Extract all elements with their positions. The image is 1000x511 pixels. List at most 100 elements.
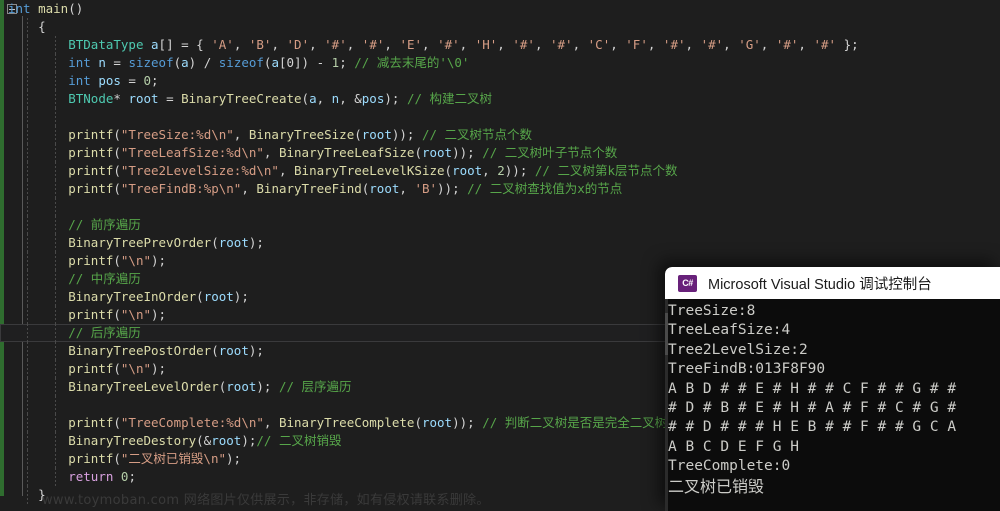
code-token: '#' (361, 37, 385, 52)
code-token: ( (113, 415, 121, 430)
code-token: // 构建二叉树 (406, 91, 493, 106)
code-token: BinaryTreeLevelKSize (294, 163, 445, 178)
code-token: int (68, 55, 91, 70)
code-line[interactable]: printf("Tree2LevelSize:%d\n", BinaryTree… (0, 162, 1000, 180)
code-token: root (218, 235, 249, 250)
console-title-bar[interactable]: C# Microsoft Visual Studio 调试控制台 (665, 267, 1000, 299)
code-line[interactable]: BinaryTreePrevOrder(root); (0, 234, 1000, 252)
code-token: ( (211, 235, 219, 250)
indent-guide (55, 414, 56, 432)
indent-guide (27, 270, 28, 288)
code-token: root (369, 181, 400, 196)
code-token: ); (226, 451, 242, 466)
code-token: BinaryTreeComplete (278, 415, 415, 430)
console-line: A B C D E F G H (668, 438, 799, 455)
code-line[interactable]: printf("TreeLeafSize:%d\n", BinaryTreeLe… (0, 144, 1000, 162)
code-token: , (723, 37, 739, 52)
code-line[interactable]: int n = sizeof(a) / sizeof(a[0]) - 1; //… (0, 54, 1000, 72)
code-token: (& (196, 433, 212, 448)
code-token: "TreeComplete:%d\n" (120, 415, 264, 430)
code-token: , (482, 163, 498, 178)
console-scrollbar-thumb[interactable] (665, 313, 668, 355)
code-token: ( (444, 163, 453, 178)
code-token: 'G' (738, 37, 761, 52)
code-token: ); (151, 361, 167, 376)
code-token: BinaryTreePostOrder (68, 343, 212, 358)
code-token: , (263, 145, 279, 160)
code-token: "二叉树已销毁\n" (120, 451, 227, 466)
indent-guide (55, 270, 56, 288)
code-line[interactable]: int pos = 0; (0, 72, 1000, 90)
code-token: '#' (700, 37, 724, 52)
code-line[interactable]: BTNode* root = BinaryTreeCreate(a, n, &p… (0, 90, 1000, 108)
code-token: )); (504, 163, 535, 178)
code-token: ; (151, 73, 159, 88)
code-token: root (203, 289, 234, 304)
code-token: ); (151, 253, 167, 268)
code-token: , (497, 37, 513, 52)
code-line[interactable]: { (0, 18, 1000, 36)
console-scrollbar[interactable] (665, 299, 668, 511)
code-token: )); (437, 181, 468, 196)
code-token: sizeof (128, 55, 174, 70)
code-token: root (226, 379, 257, 394)
code-token: // 后序遍历 (68, 325, 141, 340)
code-line[interactable]: int main() (0, 0, 1000, 18)
code-token: '#' (550, 37, 573, 52)
code-token: n (98, 55, 106, 70)
code-token: printf (68, 253, 114, 268)
code-token: root (421, 415, 453, 430)
code-line[interactable] (0, 108, 1000, 126)
code-token: 'B' (248, 37, 272, 52)
code-token: "Tree2LevelSize:%d\n" (120, 163, 279, 178)
code-token: 'B' (414, 181, 438, 196)
code-token: )); (452, 145, 483, 160)
code-token: )); (452, 415, 483, 430)
indent-guide (27, 108, 28, 126)
code-line[interactable]: // 前序遍历 (0, 216, 1000, 234)
indent-guide (55, 72, 56, 90)
code-token: // 二叉树销毁 (256, 433, 342, 448)
code-token: pos (361, 91, 385, 106)
code-token: 'E' (399, 37, 423, 52)
code-token: a (309, 91, 317, 106)
code-token: ; (128, 469, 136, 484)
code-token: // 二叉树查找值为x的节点 (467, 181, 623, 196)
code-token: , (346, 37, 362, 52)
indent-guide (27, 234, 28, 252)
code-token: root (128, 91, 159, 106)
code-token: a (181, 55, 189, 70)
code-token: ( (113, 145, 121, 160)
code-line[interactable]: printf("TreeFindB:%p\n", BinaryTreeFind(… (0, 180, 1000, 198)
code-token: ) / (188, 55, 219, 70)
indent-guide (27, 306, 28, 324)
debug-console-window[interactable]: C# Microsoft Visual Studio 调试控制台 TreeSiz… (665, 267, 1000, 511)
code-line[interactable]: printf("TreeSize:%d\n", BinaryTreeSize(r… (0, 126, 1000, 144)
indent-guide (55, 180, 56, 198)
code-line[interactable]: BTDataType a[] = { 'A', 'B', 'D', '#', '… (0, 36, 1000, 54)
code-token: // 中序遍历 (68, 271, 141, 286)
console-line: TreeSize:8 (668, 303, 756, 319)
code-token: = (158, 91, 182, 106)
code-token: = (120, 73, 144, 88)
code-token: BinaryTreeSize (248, 127, 355, 142)
code-line[interactable] (0, 198, 1000, 216)
indent-guide (27, 396, 28, 414)
indent-guide (55, 54, 56, 72)
code-token: "\n" (120, 361, 152, 376)
code-token: '#' (512, 37, 535, 52)
code-token: * (113, 91, 129, 106)
code-token: ( (113, 253, 121, 268)
